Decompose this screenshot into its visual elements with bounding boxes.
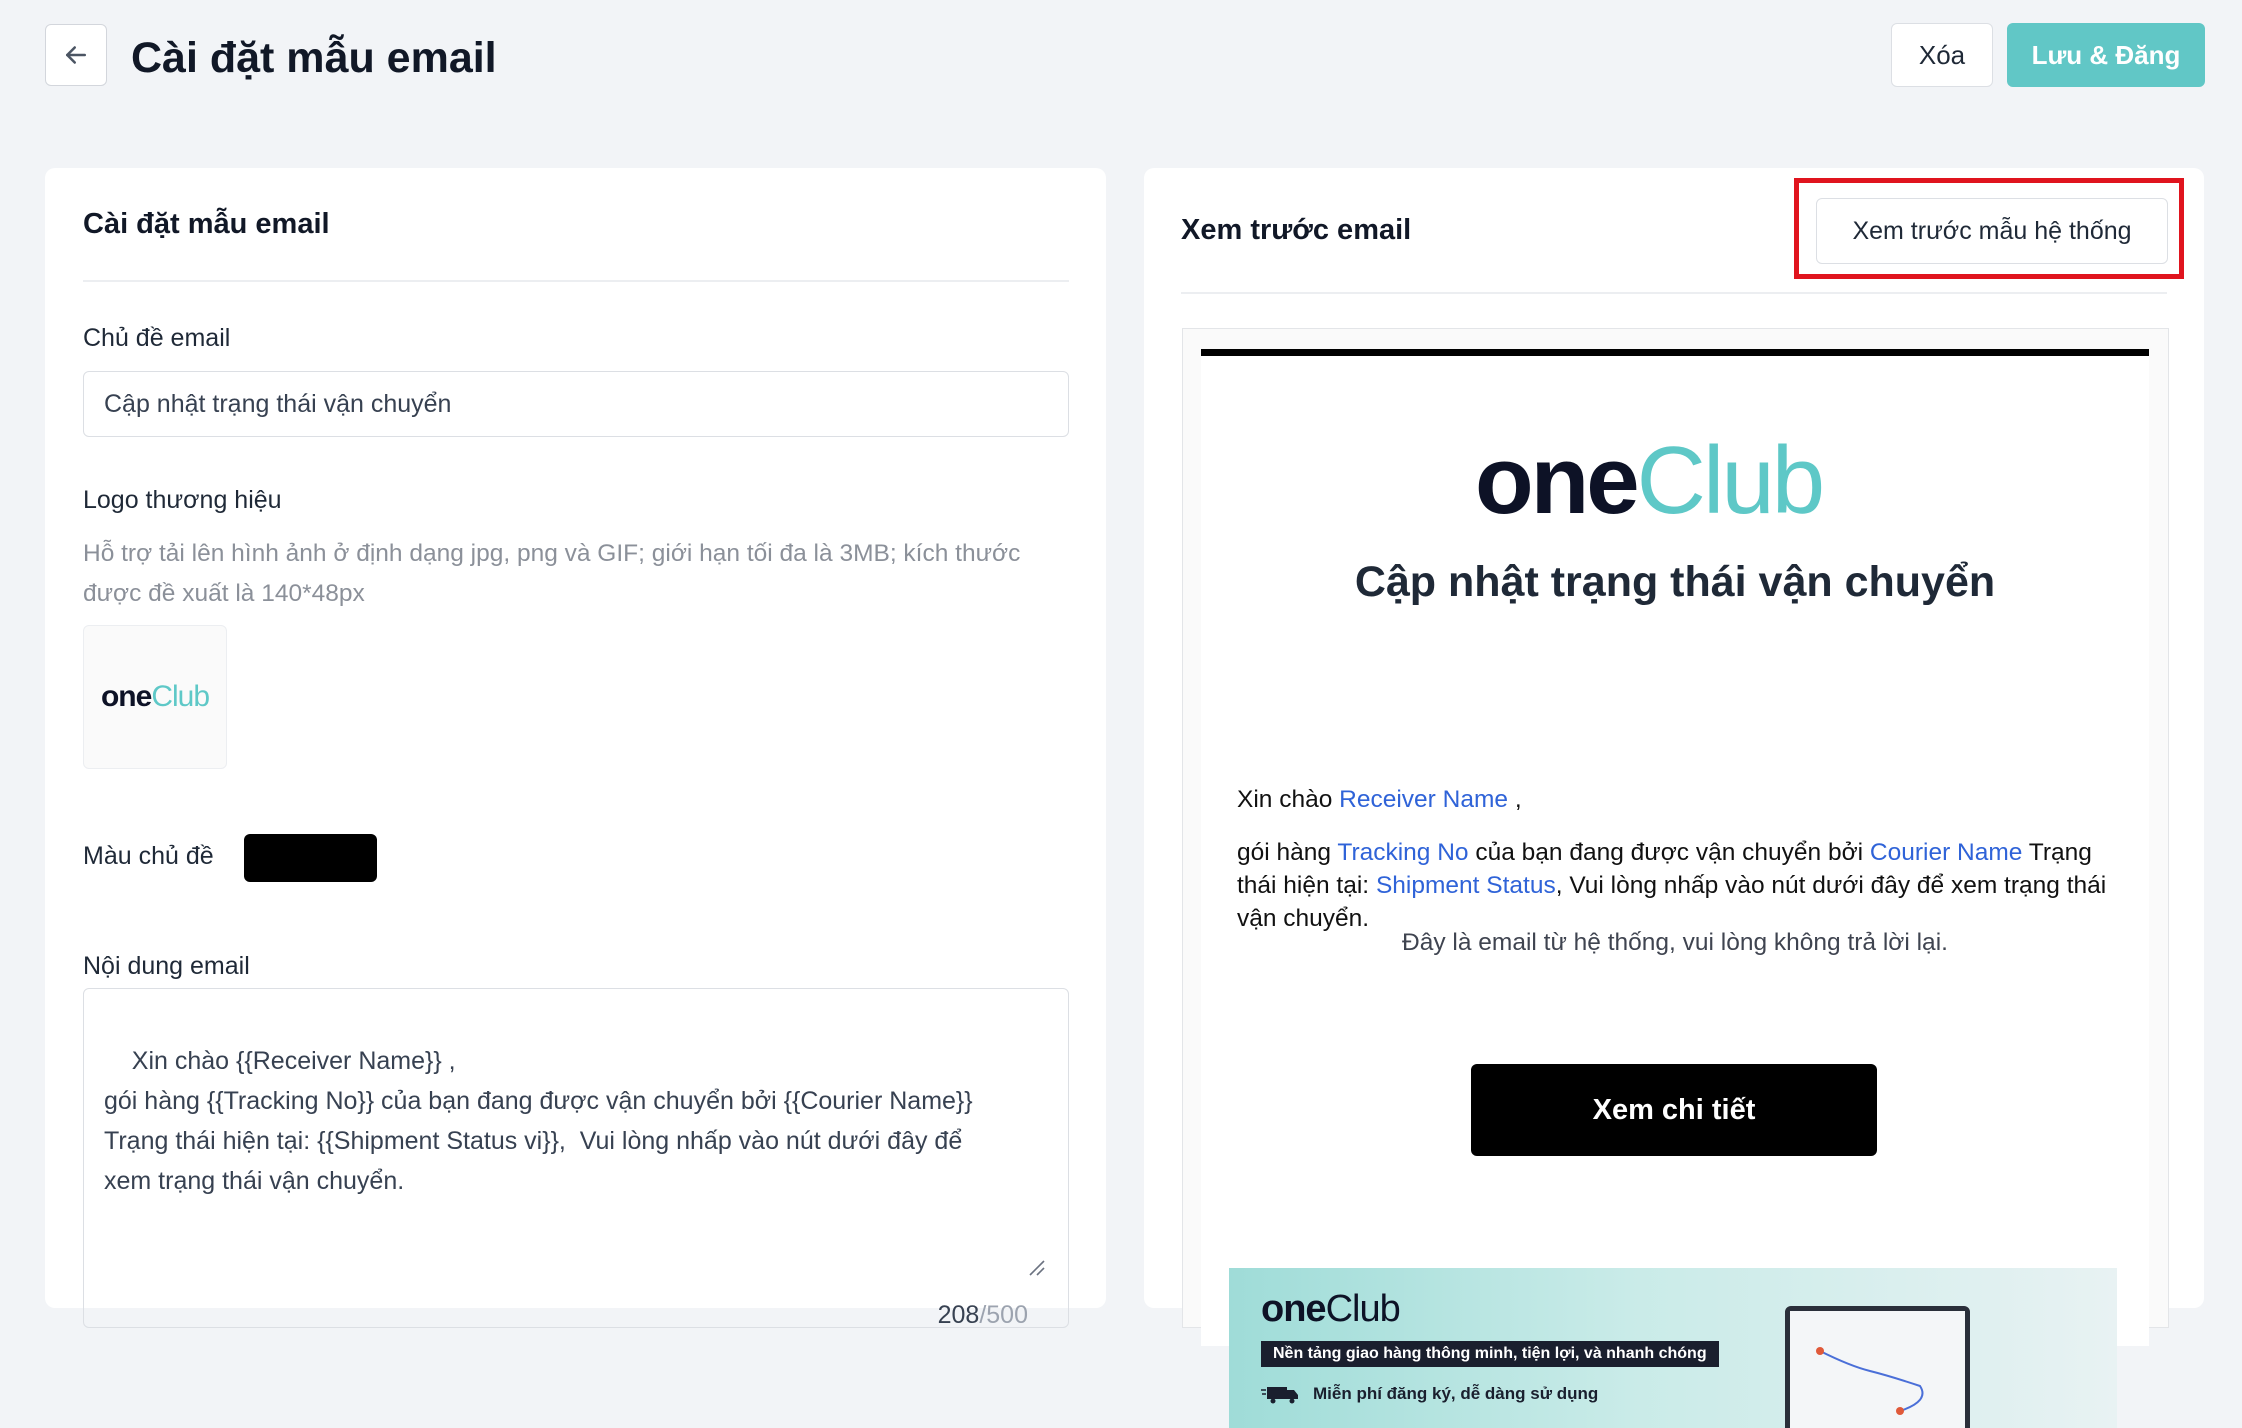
courier-name-var: Courier Name bbox=[1869, 839, 2023, 866]
banner-line: Miễn phí đăng ký, dễ dàng sử dụng bbox=[1261, 1384, 1598, 1404]
promo-banner: oneClub Nền tảng giao hàng thông minh, t… bbox=[1229, 1268, 2117, 1428]
resize-handle-icon[interactable] bbox=[1028, 1259, 1046, 1277]
brand-logo-small: oneClub bbox=[100, 680, 210, 713]
preview-section-title: Xem trước email bbox=[1181, 214, 1412, 246]
content-label: Nội dung email bbox=[83, 952, 250, 980]
email-preview-frame: oneClub Cập nhật trạng thái vận chuyển X… bbox=[1182, 328, 2169, 1428]
email-body: oneClub Cập nhật trạng thái vận chuyển X… bbox=[1201, 349, 2149, 1428]
subject-label: Chủ đề email bbox=[83, 324, 231, 352]
view-details-button[interactable]: Xem chi tiết bbox=[1471, 1064, 1877, 1156]
brand-logo-large: oneClub bbox=[1475, 427, 1825, 534]
content-value: Xin chào {{Receiver Name}} , gói hàng {{… bbox=[104, 1047, 973, 1195]
tracking-no-var: Tracking No bbox=[1337, 839, 1469, 866]
truck-icon bbox=[1261, 1387, 1298, 1404]
email-title: Cập nhật trạng thái vận chuyển bbox=[1354, 558, 1996, 606]
settings-section-title: Cài đặt mẫu email bbox=[83, 208, 330, 240]
laptop-illustration bbox=[1785, 1306, 1970, 1428]
settings-card: Cài đặt mẫu email Chủ đề email Cập nhật … bbox=[45, 168, 1106, 1329]
preview-card: Xem trước email Xem trước mẫu hệ thống o… bbox=[1144, 168, 2204, 1428]
divider bbox=[1181, 292, 2167, 294]
delete-button[interactable]: Xóa bbox=[1891, 23, 1993, 87]
banner-logo: oneClub bbox=[1261, 1288, 1401, 1330]
noreply-notice: Đây là email từ hệ thống, vui lòng không… bbox=[1402, 929, 1948, 956]
email-greeting: Xin chào Receiver Name , bbox=[1237, 786, 1522, 813]
theme-color-swatch[interactable] bbox=[244, 834, 377, 882]
receiver-name-var: Receiver Name bbox=[1339, 786, 1509, 813]
content-textarea[interactable]: Xin chào {{Receiver Name}} , gói hàng {{… bbox=[83, 988, 1069, 1329]
email-paragraph: gói hàng Tracking No của bạn đang được v… bbox=[1237, 839, 2107, 932]
page-title: Cài đặt mẫu email bbox=[131, 34, 497, 82]
logo-label: Logo thương hiệu bbox=[83, 486, 282, 514]
back-button[interactable] bbox=[45, 24, 107, 86]
logo-upload[interactable]: oneClub bbox=[83, 625, 227, 769]
logo-hint: Hỗ trợ tải lên hình ảnh ở định dạng jpg,… bbox=[83, 540, 1021, 607]
char-counter: 208/500 bbox=[937, 1301, 1028, 1329]
preview-system-template-button[interactable]: Xem trước mẫu hệ thống bbox=[1816, 198, 2168, 264]
subject-value: Cập nhật trạng thái vận chuyển bbox=[104, 389, 452, 418]
shipment-status-var: Shipment Status bbox=[1375, 872, 1556, 899]
theme-color-label: Màu chủ đề bbox=[83, 842, 214, 870]
save-publish-button[interactable]: Lưu & Đăng bbox=[2007, 23, 2205, 87]
banner-tagline: Nền tảng giao hàng thông minh, tiện lợi,… bbox=[1261, 1341, 1719, 1367]
divider bbox=[83, 280, 1069, 282]
subject-input[interactable]: Cập nhật trạng thái vận chuyển bbox=[83, 371, 1069, 437]
map-route-icon bbox=[1790, 1311, 1965, 1428]
back-arrow-icon bbox=[66, 46, 86, 64]
